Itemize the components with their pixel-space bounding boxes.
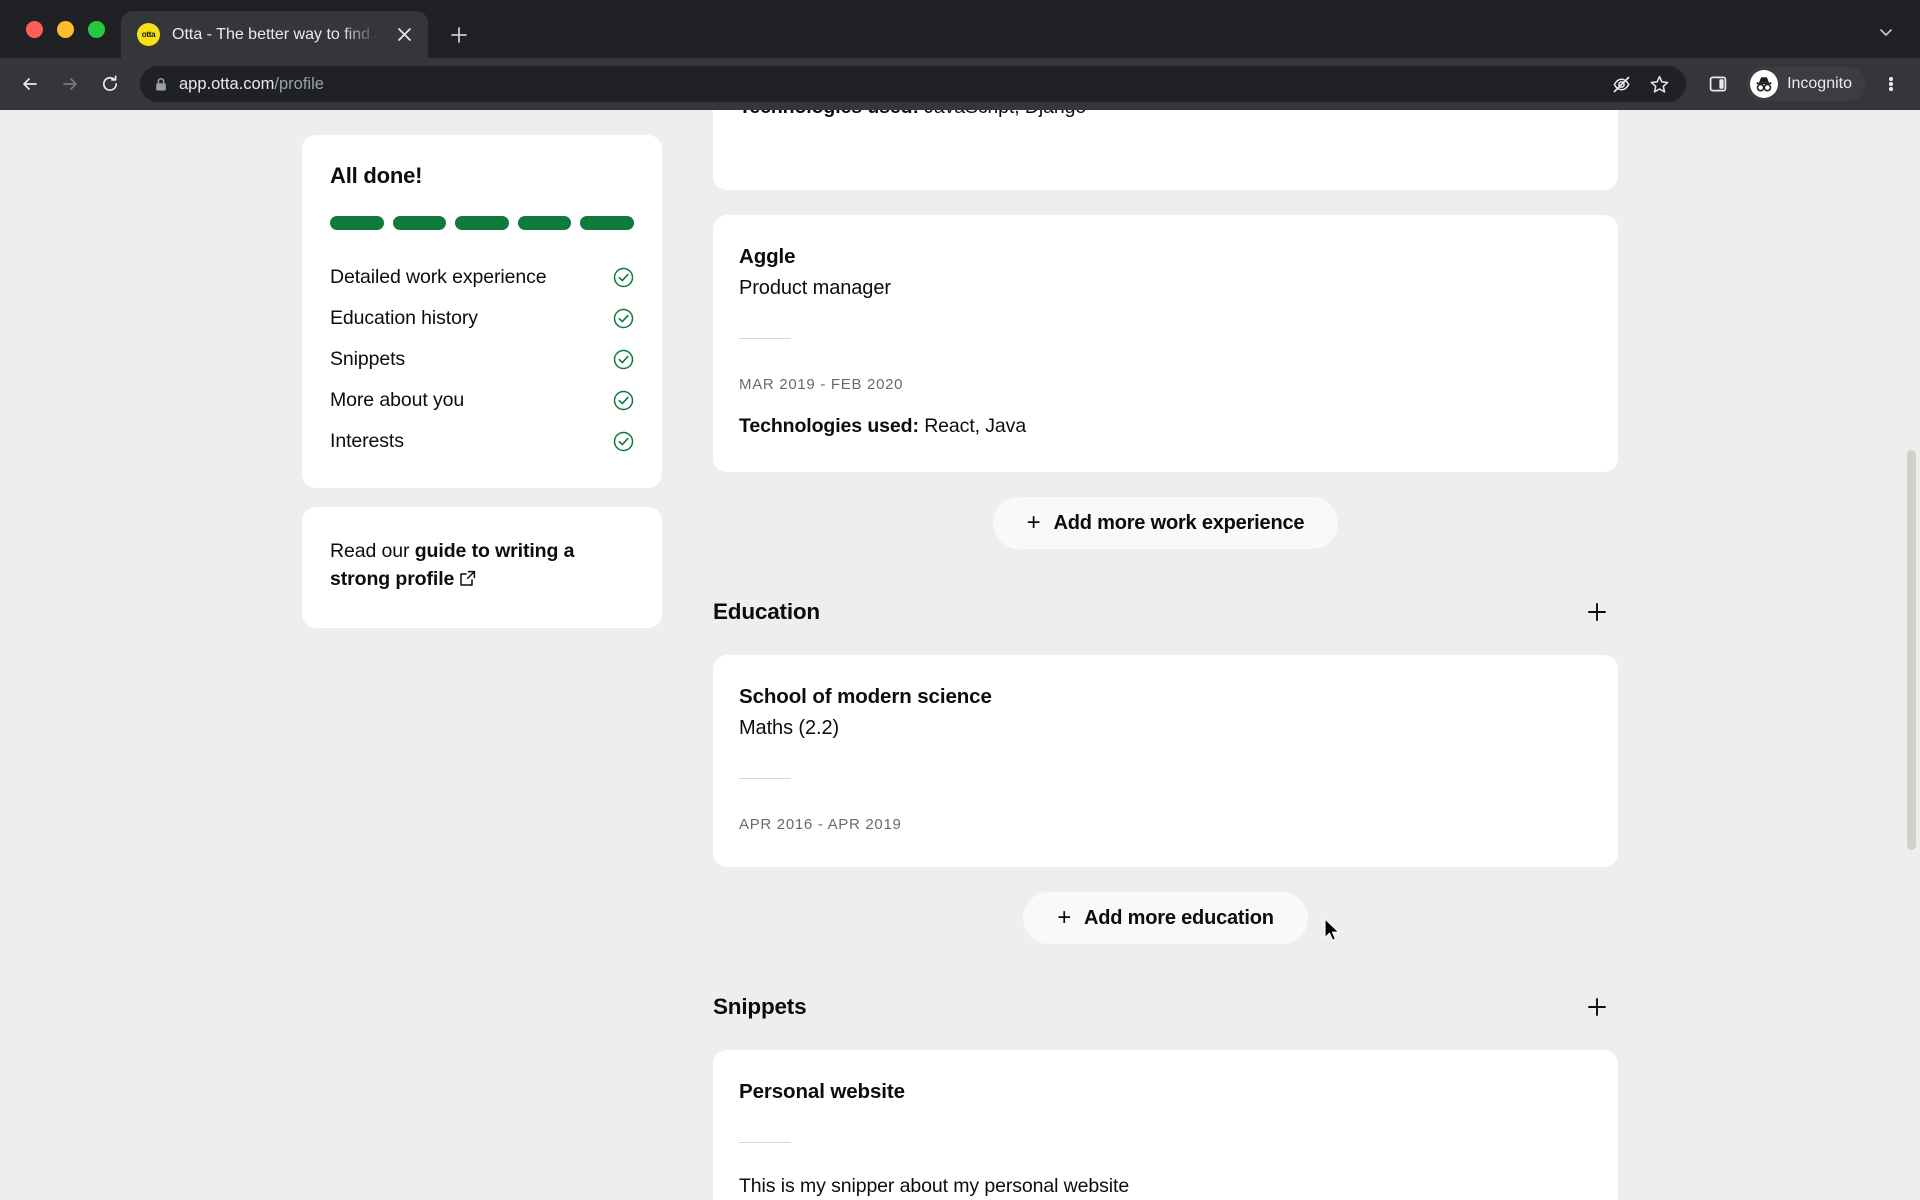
window-controls xyxy=(18,0,121,58)
progress-segment xyxy=(330,216,384,230)
eye-off-icon[interactable] xyxy=(1610,73,1632,95)
job-title: Product manager xyxy=(739,277,891,299)
technologies-used-value: JavaScript, Django xyxy=(919,110,1086,118)
education-dates: APR 2016 - APR 2019 xyxy=(739,816,902,833)
add-work-experience-wrapper: + Add more work experience xyxy=(713,497,1618,549)
technologies-used-row: Technologies used: React, Java xyxy=(739,415,1592,438)
reload-icon[interactable] xyxy=(92,66,128,102)
add-snippet-plus-button[interactable] xyxy=(1582,992,1612,1022)
browser-tab-otta[interactable]: otta Otta - The better way to find a xyxy=(121,11,428,58)
divider xyxy=(739,338,791,339)
circle-check-icon xyxy=(613,390,634,411)
snippet-body: This is my snipper about my personal web… xyxy=(739,1175,1130,1197)
school-name: School of modern science xyxy=(739,685,992,708)
otta-favicon-icon: otta xyxy=(137,23,160,46)
url-domain: app.otta.com xyxy=(179,74,275,93)
snippet-title: Personal website xyxy=(739,1080,905,1103)
employment-dates: MAR 2019 - FEB 2020 xyxy=(739,376,904,393)
snippets-heading: Snippets xyxy=(713,994,807,1019)
plus-icon: + xyxy=(1026,509,1041,536)
url-path: /profile xyxy=(274,74,324,93)
profile-page: All done! Detailed work experience Educa… xyxy=(0,110,1920,1200)
divider xyxy=(739,1142,791,1143)
technologies-used-label: Technologies used: xyxy=(739,110,919,118)
close-icon[interactable] xyxy=(392,23,416,47)
page-scrollbar[interactable] xyxy=(1905,110,1918,1200)
checklist-item[interactable]: More about you xyxy=(330,380,634,421)
page-viewport: All done! Detailed work experience Educa… xyxy=(0,110,1920,1200)
education-section-header: Education xyxy=(713,597,1618,627)
company-name: Aggle xyxy=(739,245,796,268)
lock-icon xyxy=(154,77,168,92)
tab-title: Otta - The better way to find a xyxy=(172,25,380,43)
side-panel-icon[interactable] xyxy=(1700,66,1736,102)
progress-segment xyxy=(517,216,572,230)
snippets-section-header: Snippets xyxy=(713,992,1618,1022)
profile-main-column: Technologies used: JavaScript, Django Ag… xyxy=(713,110,1618,1200)
education-heading: Education xyxy=(713,599,820,624)
plus-icon: + xyxy=(1057,904,1072,931)
favicon-label: otta xyxy=(141,30,156,39)
checklist-item-label: More about you xyxy=(330,389,465,411)
new-tab-button[interactable] xyxy=(442,18,476,52)
back-arrow-icon[interactable] xyxy=(12,66,48,102)
checklist-item[interactable]: Detailed work experience xyxy=(330,257,634,298)
browser-toolbar: app.otta.com/profile Incognito xyxy=(0,58,1920,110)
checklist-item-label: Education history xyxy=(330,307,478,329)
scrollbar-thumb[interactable] xyxy=(1907,450,1916,850)
technologies-used-label: Technologies used: xyxy=(739,415,919,437)
add-more-work-experience-button[interactable]: + Add more work experience xyxy=(992,497,1339,549)
education-card[interactable]: School of modern science Maths (2.2) APR… xyxy=(713,655,1618,867)
minimize-window-button[interactable] xyxy=(57,20,74,38)
browser-window: otta Otta - The better way to find a app… xyxy=(0,0,1920,1200)
technologies-used-row: Technologies used: JavaScript, Django xyxy=(739,110,1086,119)
add-education-wrapper: + Add more education xyxy=(713,892,1618,944)
profile-completion-card: All done! Detailed work experience Educa… xyxy=(302,135,662,488)
omnibox-actions xyxy=(1610,73,1672,95)
progress-bar xyxy=(330,216,634,230)
circle-check-icon xyxy=(613,308,634,329)
snippet-card[interactable]: Personal website This is my snipper abou… xyxy=(713,1050,1618,1200)
course-name: Maths (2.2) xyxy=(739,717,840,739)
profile-incognito-button[interactable]: Incognito xyxy=(1746,67,1866,101)
add-more-education-button[interactable]: + Add more education xyxy=(1023,892,1308,944)
external-link-icon[interactable] xyxy=(459,567,476,595)
profile-label: Incognito xyxy=(1787,75,1852,92)
forward-arrow-icon[interactable] xyxy=(52,66,88,102)
star-icon[interactable] xyxy=(1648,73,1670,95)
checklist-item[interactable]: Interests xyxy=(330,421,634,462)
url-text: app.otta.com/profile xyxy=(179,75,324,94)
divider xyxy=(739,778,791,779)
tab-strip: otta Otta - The better way to find a xyxy=(0,0,1920,58)
checklist-item-label: Snippets xyxy=(330,348,406,370)
profile-sidebar: All done! Detailed work experience Educa… xyxy=(302,135,662,628)
progress-segment xyxy=(580,216,634,230)
guide-card[interactable]: Read our guide to writing a strong profi… xyxy=(302,507,662,628)
circle-check-icon xyxy=(613,267,634,288)
circle-check-icon xyxy=(613,349,634,370)
address-bar[interactable]: app.otta.com/profile xyxy=(140,66,1687,102)
circle-check-icon xyxy=(613,431,634,452)
checklist-item-label: Detailed work experience xyxy=(330,266,547,288)
work-experience-card-previous[interactable]: Technologies used: JavaScript, Django xyxy=(713,110,1618,190)
add-more-work-experience-label: Add more work experience xyxy=(1053,511,1305,534)
guide-text: Read our guide to writing a strong profi… xyxy=(330,537,634,596)
close-window-button[interactable] xyxy=(26,20,43,38)
kebab-menu-icon[interactable] xyxy=(1874,67,1908,101)
progress-segment xyxy=(455,216,509,230)
add-more-education-label: Add more education xyxy=(1084,906,1274,929)
add-education-plus-button[interactable] xyxy=(1582,597,1612,627)
progress-segment xyxy=(392,216,447,230)
checklist-item-label: Interests xyxy=(330,430,404,452)
maximize-window-button[interactable] xyxy=(88,20,105,38)
technologies-used-value: React, Java xyxy=(918,415,1027,437)
guide-lead: Read our xyxy=(330,540,415,562)
chevron-down-icon[interactable] xyxy=(1866,12,1906,52)
incognito-icon xyxy=(1750,70,1779,98)
checklist-title: All done! xyxy=(330,163,423,188)
work-experience-card-aggle[interactable]: Aggle Product manager MAR 2019 - FEB 202… xyxy=(713,215,1618,472)
checklist-item[interactable]: Education history xyxy=(330,298,634,339)
checklist-item[interactable]: Snippets xyxy=(330,339,634,380)
